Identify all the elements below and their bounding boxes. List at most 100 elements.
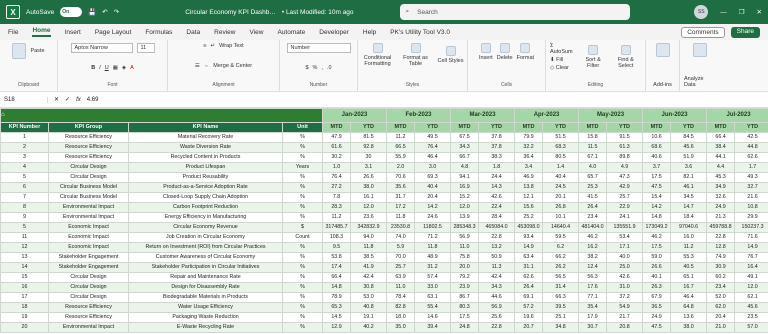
value-cell[interactable]: 11.2 <box>322 212 351 223</box>
value-cell[interactable]: 11.8 <box>350 242 387 253</box>
kpi-number-cell[interactable]: 20 <box>0 322 49 333</box>
value-cell[interactable]: 24.6 <box>413 212 452 223</box>
value-cell[interactable]: 30.2 <box>322 152 351 163</box>
unit-cell[interactable]: % <box>282 242 323 253</box>
value-cell[interactable]: 44.8 <box>734 142 768 153</box>
value-cell[interactable]: 7.8 <box>322 192 351 203</box>
formula-input[interactable]: 4.69 <box>87 97 99 103</box>
value-cell[interactable]: 13.8 <box>514 182 544 193</box>
value-cell[interactable]: 40.4 <box>542 172 580 183</box>
name-box[interactable]: S18 <box>4 96 48 103</box>
tab-home[interactable]: Home <box>32 27 51 37</box>
value-cell[interactable]: 67.1 <box>578 152 608 163</box>
value-cell[interactable]: 62.0 <box>706 302 736 313</box>
value-cell[interactable]: 17.4 <box>322 262 351 273</box>
value-cell[interactable]: 20.0 <box>450 262 480 273</box>
value-cell[interactable]: 46.4 <box>413 152 452 163</box>
value-cell[interactable]: 38.0 <box>350 182 387 193</box>
value-cell[interactable]: 31.2 <box>413 262 452 273</box>
value-cell[interactable]: 24.4 <box>478 172 516 183</box>
value-cell[interactable]: 49.3 <box>734 172 768 183</box>
value-cell[interactable]: 63.4 <box>514 252 544 263</box>
value-cell[interactable]: 91.5 <box>606 132 644 143</box>
value-cell[interactable]: 12.9 <box>322 322 351 333</box>
value-cell[interactable]: 38.0 <box>670 322 708 333</box>
value-cell[interactable]: 17.2 <box>386 202 415 213</box>
insert-cells-button[interactable]: Insert <box>479 43 493 61</box>
value-cell[interactable]: 40.8 <box>350 302 387 313</box>
kpi-group-cell[interactable]: Circular Design <box>48 162 129 173</box>
delete-cells-button[interactable]: Delete <box>497 43 513 61</box>
unit-cell[interactable]: % <box>282 132 323 143</box>
unit-cell[interactable]: % <box>282 302 323 313</box>
value-cell[interactable]: 40.6 <box>642 152 672 163</box>
kpi-group-cell[interactable]: Circular Business Model <box>48 182 129 193</box>
value-cell[interactable]: 24.8 <box>450 322 480 333</box>
kpi-name-cell[interactable]: Return on Investment (ROI) from Circular… <box>128 242 283 253</box>
value-cell[interactable]: 1.7 <box>734 162 768 173</box>
value-cell[interactable]: 45.3 <box>706 172 736 183</box>
value-cell[interactable]: 56.3 <box>578 272 608 283</box>
kpi-number-cell[interactable]: 1 <box>0 132 49 143</box>
value-cell[interactable]: 36.4 <box>514 152 544 163</box>
value-cell[interactable]: 22.8 <box>478 232 516 243</box>
value-cell[interactable]: 38.5 <box>350 252 387 263</box>
value-cell[interactable]: 35.6 <box>386 182 415 193</box>
value-cell[interactable]: 10.6 <box>642 132 672 143</box>
value-cell[interactable]: 14.6 <box>413 312 452 323</box>
value-cell[interactable]: 12.0 <box>450 202 480 213</box>
tab-data[interactable]: Data <box>186 29 200 36</box>
kpi-group-cell[interactable]: Resource Efficiency <box>48 312 129 323</box>
value-cell[interactable]: 32.6 <box>706 192 736 203</box>
kpi-name-cell[interactable]: Closed-Loop Supply Chain Adoption <box>128 192 283 203</box>
value-cell[interactable]: 42.4 <box>478 272 516 283</box>
value-cell[interactable]: 59.5 <box>542 232 580 243</box>
value-cell[interactable]: 78.4 <box>386 292 415 303</box>
kpi-name-cell[interactable]: Product Lifespan <box>128 162 283 173</box>
value-cell[interactable]: 1.4 <box>542 162 580 173</box>
number-format-select[interactable]: Number <box>286 43 351 53</box>
value-cell[interactable]: 465084.0 <box>478 222 516 233</box>
value-cell[interactable]: 74.9 <box>706 252 736 263</box>
unit-cell[interactable]: % <box>282 312 323 323</box>
value-cell[interactable]: 66.4 <box>706 132 736 143</box>
value-cell[interactable]: 11802.5 <box>413 222 452 233</box>
value-cell[interactable]: 12.0 <box>350 202 387 213</box>
kpi-group-cell[interactable]: Circular Design <box>48 172 129 183</box>
unit-cell[interactable]: % <box>282 212 323 223</box>
value-cell[interactable]: 34.3 <box>450 142 480 153</box>
value-cell[interactable]: 21.7 <box>606 312 644 323</box>
kpi-name-cell[interactable]: Water Usage Efficiency <box>128 302 283 313</box>
value-cell[interactable]: 55.3 <box>670 252 708 263</box>
unit-cell[interactable]: % <box>282 142 323 153</box>
value-cell[interactable]: 70.6 <box>386 172 415 183</box>
value-cell[interactable]: 3.7 <box>642 162 672 173</box>
kpi-number-cell[interactable]: 14 <box>0 262 49 273</box>
value-cell[interactable]: 46.9 <box>514 172 544 183</box>
kpi-name-cell[interactable]: Carbon Footprint Reduction <box>128 202 283 213</box>
value-cell[interactable]: 56.5 <box>542 272 580 283</box>
value-cell[interactable]: 285348.3 <box>450 222 480 233</box>
value-cell[interactable]: 67.9 <box>642 292 672 303</box>
value-cell[interactable]: 51.9 <box>670 152 708 163</box>
value-cell[interactable]: 46.2 <box>578 232 608 243</box>
value-cell[interactable]: 61.6 <box>322 142 351 153</box>
value-cell[interactable]: 62.6 <box>514 272 544 283</box>
value-cell[interactable]: 48.9 <box>413 252 452 263</box>
value-cell[interactable]: 108.3 <box>322 232 351 243</box>
value-cell[interactable]: 63.9 <box>386 272 415 283</box>
value-cell[interactable]: 13.2 <box>478 242 516 253</box>
value-cell[interactable]: 55.4 <box>413 302 452 313</box>
value-cell[interactable]: 46.1 <box>670 182 708 193</box>
value-cell[interactable]: 15.8 <box>578 132 608 143</box>
comma-icon[interactable]: , <box>321 65 323 71</box>
value-cell[interactable]: 25.0 <box>606 262 644 273</box>
value-cell[interactable]: 12.4 <box>578 262 608 273</box>
value-cell[interactable]: 82.1 <box>670 172 708 183</box>
value-cell[interactable]: 18.4 <box>670 212 708 223</box>
value-cell[interactable]: 75.8 <box>450 252 480 263</box>
kpi-number-cell[interactable]: 2 <box>0 142 49 153</box>
kpi-name-cell[interactable]: Circular Economy Revenue <box>128 222 283 233</box>
search-input[interactable]: ⌕ Search <box>399 4 630 20</box>
value-cell[interactable]: 42.9 <box>606 182 644 193</box>
